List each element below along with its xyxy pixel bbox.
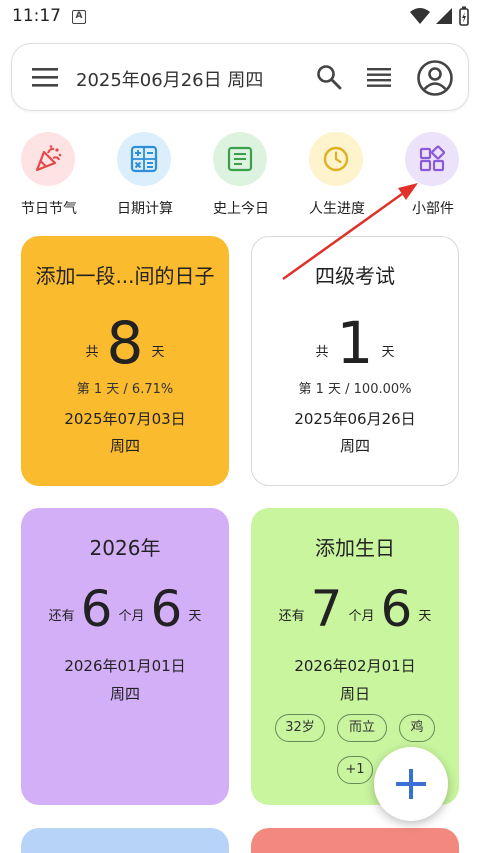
card-duration: 还有 6 个月 6 天 (21, 582, 229, 636)
quick-action-label: 史上今日 (213, 201, 269, 217)
months-unit: 个月 (118, 609, 145, 624)
countdown-card-2[interactable]: 四级考试 共 1 天 第 1 天 / 100.00% 2025年06月26日 周… (251, 236, 459, 486)
calculator-icon (130, 145, 158, 173)
top-search-bar[interactable]: 2025年06月26日 周四 (11, 43, 469, 111)
quick-icon-circle[interactable] (405, 132, 459, 186)
quick-action-date-calc[interactable]: 日期计算 (117, 132, 173, 217)
quick-action-label: 人生进度 (309, 201, 365, 217)
count-months: 7 (310, 580, 343, 638)
card-progress-text: 第 1 天 / 100.00% (298, 382, 412, 397)
countdown-card-3[interactable]: 2026年 还有 6 个月 6 天 2026年01月01日 周四 (21, 508, 229, 805)
card-date: 2026年01月01日 (64, 657, 186, 675)
wifi-icon (410, 8, 430, 24)
card-weekday: 周四 (339, 437, 370, 455)
card-title: 添加生日 (315, 536, 395, 560)
months-unit: 个月 (348, 609, 375, 624)
card-weekday: 周四 (109, 437, 140, 455)
current-date-text[interactable]: 2025年06月26日 周四 (76, 66, 263, 92)
search-icon[interactable] (316, 64, 342, 90)
count-unit: 天 (151, 345, 165, 360)
quick-action-life-progress[interactable]: 人生进度 (309, 132, 365, 217)
battery-icon (459, 6, 469, 26)
count-months: 6 (80, 580, 113, 638)
count-unit: 天 (381, 345, 395, 360)
widgets-icon (419, 145, 446, 172)
quick-icon-circle[interactable] (309, 132, 363, 186)
card-day-count: 共 1 天 (252, 314, 458, 372)
card-day-count: 共 8 天 (21, 314, 229, 372)
card-weekday: 周日 (339, 685, 370, 703)
card-progress-text: 第 1 天 / 6.71% (76, 382, 174, 397)
card-date: 2026年02月01日 (294, 657, 416, 675)
tag-age[interactable]: 32岁 (275, 714, 325, 742)
list-view-icon[interactable] (367, 66, 391, 88)
quick-action-history-today[interactable]: 史上今日 (213, 132, 269, 217)
card-title: 四级考试 (315, 264, 395, 288)
count-days: 6 (150, 580, 183, 638)
quick-action-label: 日期计算 (117, 201, 173, 217)
card-date: 2025年06月26日 (294, 410, 416, 428)
account-avatar-icon[interactable] (416, 59, 454, 97)
count-prefix: 还有 (48, 609, 75, 624)
card-date: 2025年07月03日 (64, 410, 186, 428)
tag-zodiac[interactable]: 鸡 (399, 714, 435, 742)
quick-action-festivals[interactable]: 节日节气 (21, 132, 77, 217)
clock-icon (323, 146, 349, 172)
countdown-card-6[interactable] (251, 828, 459, 853)
count-number: 8 (106, 309, 144, 377)
card-duration: 还有 7 个月 6 天 (251, 582, 459, 636)
status-time: 11:17 (12, 6, 61, 26)
card-weekday: 周四 (109, 685, 140, 703)
party-popper-icon (35, 145, 62, 172)
quick-action-label: 节日节气 (21, 201, 77, 217)
days-unit: 天 (188, 609, 202, 624)
days-unit: 天 (418, 609, 432, 624)
count-prefix: 还有 (278, 609, 305, 624)
quick-icon-circle[interactable] (213, 132, 267, 186)
tag-more[interactable]: +1 (337, 756, 373, 784)
notification-badge: A (72, 10, 86, 24)
count-prefix: 共 (85, 345, 99, 360)
signal-icon (436, 8, 452, 24)
quick-icon-circle[interactable] (21, 132, 75, 186)
countdown-card-1[interactable]: 添加一段...间的日子 共 8 天 第 1 天 / 6.71% 2025年07月… (21, 236, 229, 486)
plus-icon (396, 769, 426, 799)
quick-action-widgets[interactable]: 小部件 (405, 132, 461, 217)
count-number: 1 (336, 309, 374, 377)
add-event-button[interactable] (374, 747, 448, 821)
status-bar: 11:17 A (0, 0, 480, 34)
status-icons (410, 6, 470, 26)
card-title: 添加一段...间的日子 (35, 264, 215, 288)
menu-icon[interactable] (32, 66, 58, 88)
quick-icon-circle[interactable] (117, 132, 171, 186)
count-days: 6 (380, 580, 413, 638)
quick-action-label: 小部件 (412, 201, 454, 217)
document-icon (227, 146, 253, 172)
count-prefix: 共 (315, 345, 329, 360)
tag-milestone[interactable]: 而立 (337, 714, 387, 742)
countdown-card-5[interactable] (21, 828, 229, 853)
card-title: 2026年 (89, 536, 161, 560)
